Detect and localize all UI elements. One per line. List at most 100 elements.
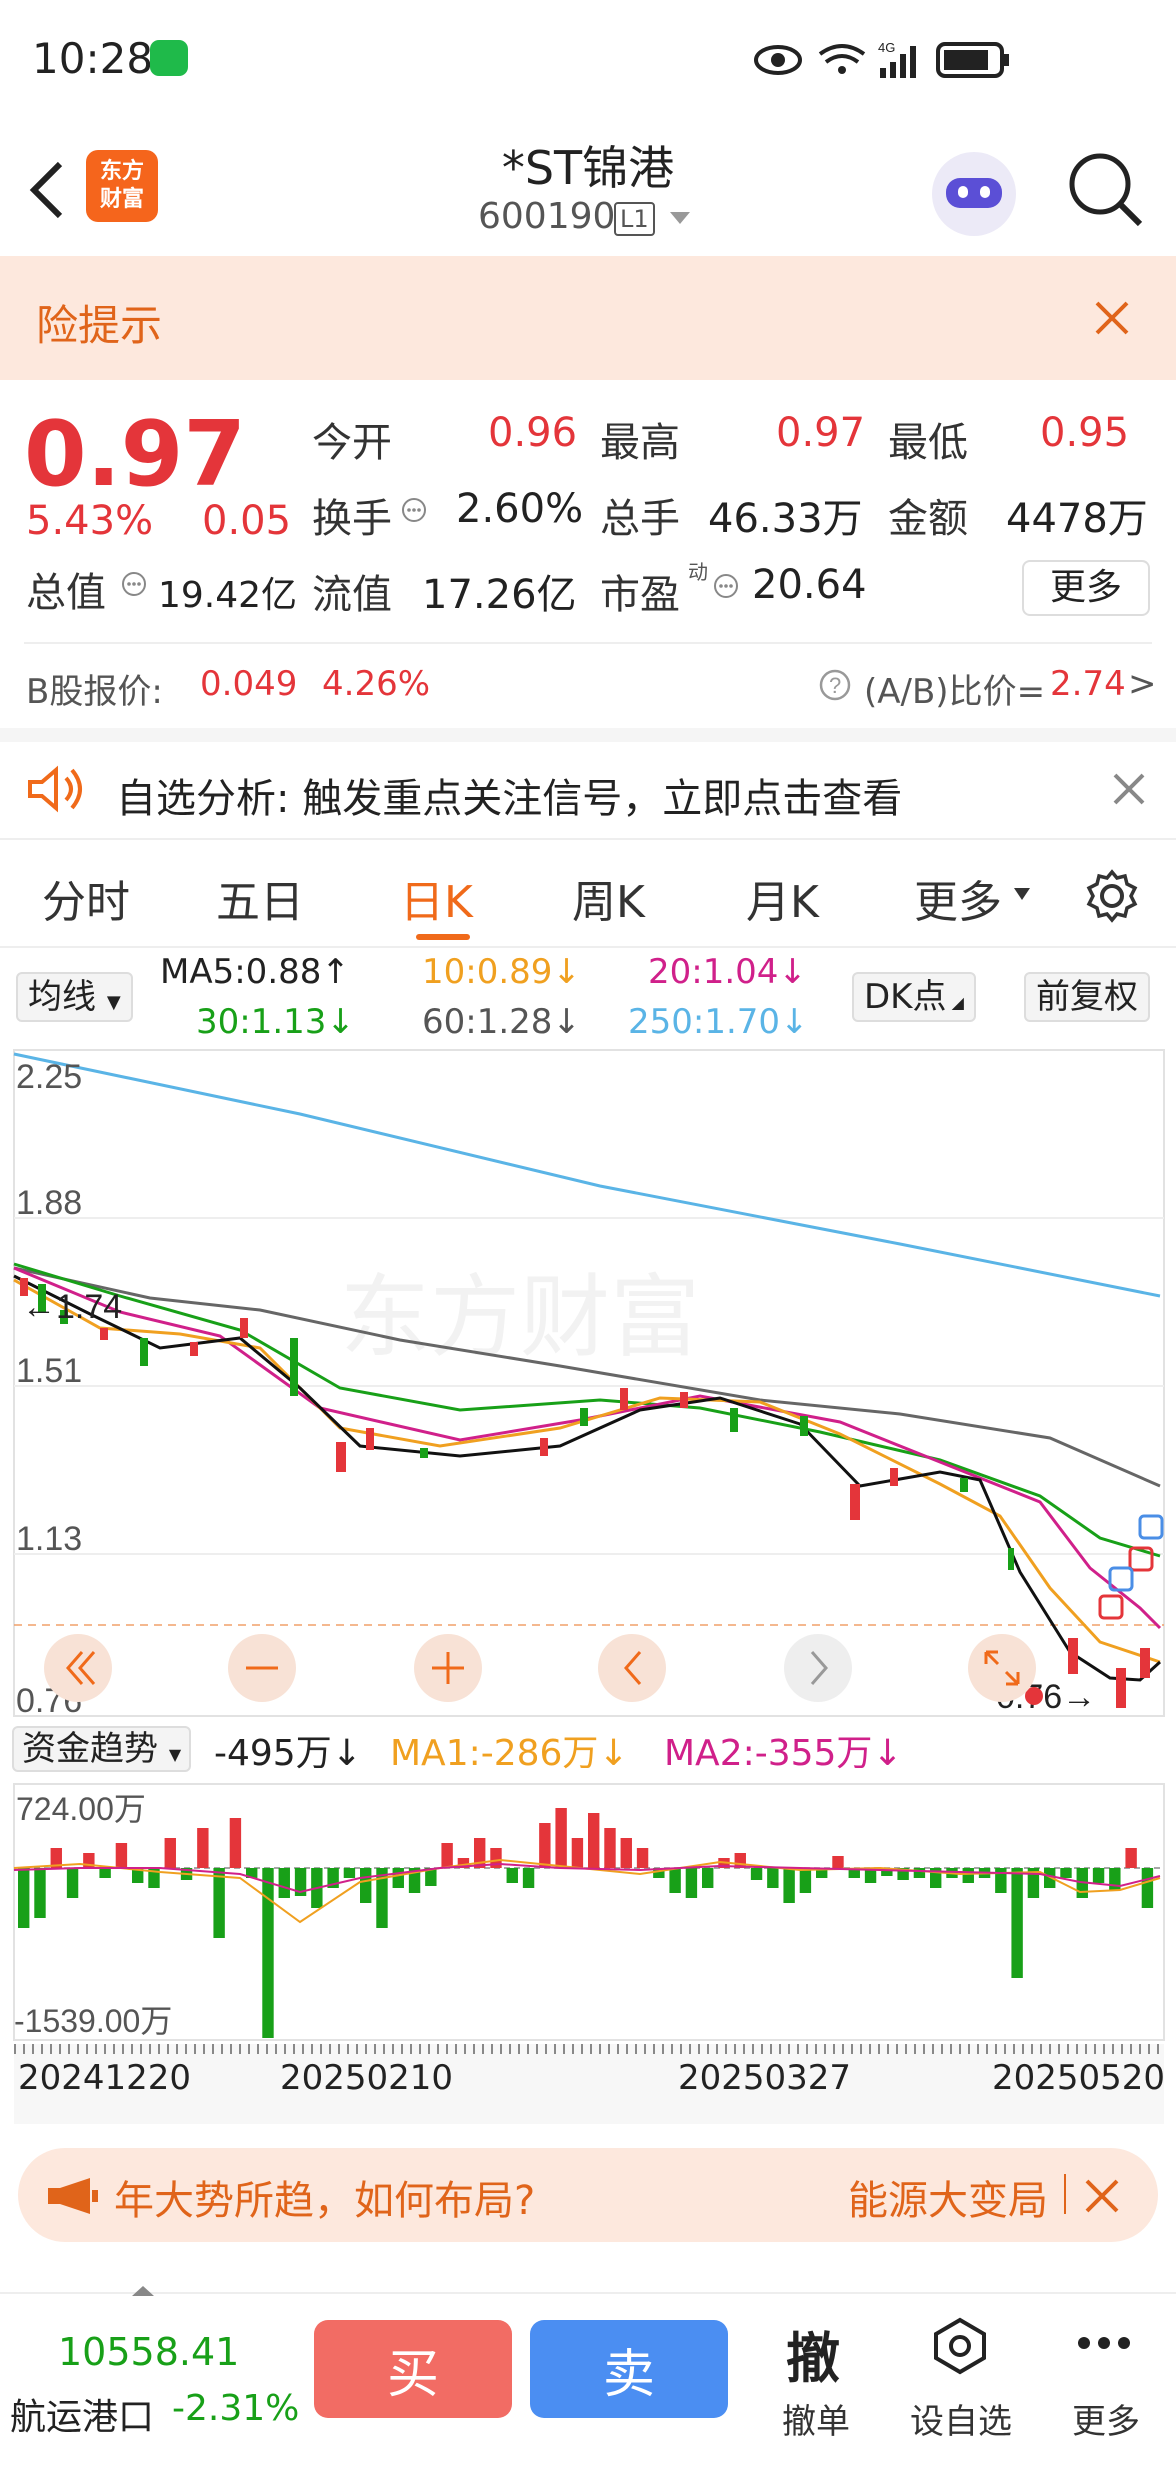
- fund-bar: [1092, 1868, 1105, 1883]
- fund-bar: [1125, 1848, 1137, 1868]
- float-value: 17.26亿: [422, 572, 577, 618]
- date-axis: 20241220 20250210 20250327 20250520: [14, 2044, 1165, 2124]
- more-button[interactable]: 更多: [1022, 560, 1150, 616]
- risk-banner[interactable]: 险提示: [0, 256, 1176, 380]
- collapse-arrow-icon[interactable]: [130, 2284, 156, 2298]
- gear-icon[interactable]: [1084, 868, 1140, 924]
- volume-label: 总手: [600, 496, 680, 542]
- float-label: 流值: [312, 572, 392, 618]
- fund-bar: [18, 1868, 30, 1928]
- adjust-button[interactable]: 前复权: [1024, 972, 1150, 1022]
- fund-value: -495万↓: [214, 1733, 362, 1774]
- pe-label: 市盈: [600, 572, 680, 618]
- eye-icon: [754, 45, 802, 75]
- turnover-value: 2.60%: [456, 486, 584, 532]
- buy-button[interactable]: 买: [314, 2320, 512, 2418]
- zoom-out-button[interactable]: [228, 1634, 296, 1702]
- date-1: 20241220: [18, 2058, 192, 2098]
- close-icon[interactable]: [1112, 772, 1146, 806]
- promo-tag: 能源大变局: [848, 2178, 1048, 2224]
- high-marker: ←1.74: [22, 1288, 122, 1326]
- fund-bar: [360, 1868, 372, 1903]
- dk-point-select[interactable]: DK点 ◢: [852, 972, 976, 1022]
- change-pct: 5.43%: [26, 498, 154, 544]
- status-time: 10:28: [32, 34, 154, 83]
- date-3: 20250327: [678, 2058, 852, 2098]
- amount-label: 金额: [888, 496, 968, 542]
- close-icon[interactable]: [1084, 2178, 1120, 2214]
- fund-ma2: MA2:-355万↓: [664, 1733, 903, 1774]
- y-tick-1: 2.25: [16, 1058, 82, 1096]
- fund-bar: [620, 1838, 632, 1868]
- turnover-label: 换手: [312, 496, 392, 542]
- high-value: 0.97: [776, 410, 866, 456]
- tab-weekly-k[interactable]: 周K: [572, 866, 645, 930]
- more-dots-icon[interactable]: [1076, 2336, 1132, 2350]
- ma-select[interactable]: 均线 ▼: [16, 972, 133, 1022]
- info-icon[interactable]: [712, 572, 740, 600]
- step-back-button[interactable]: [598, 1634, 666, 1702]
- y-tick-3: 1.51: [16, 1352, 82, 1390]
- info-icon[interactable]: [120, 570, 148, 598]
- fund-bar: [1141, 1868, 1154, 1908]
- search-icon[interactable]: [1064, 148, 1148, 232]
- fund-bar: [164, 1838, 176, 1868]
- ma-select-label: 均线: [28, 977, 96, 1017]
- index-pct: -2.31%: [172, 2388, 300, 2429]
- ma30-label: 30:1.13↓: [196, 1002, 355, 1042]
- index-name: 航运港口: [10, 2397, 155, 2438]
- info-icon[interactable]: [400, 496, 428, 524]
- risk-text: 险提示: [36, 301, 163, 350]
- add-watchlist-icon[interactable]: [930, 2316, 990, 2376]
- zoom-in-button[interactable]: [414, 1634, 482, 1702]
- promo-text: 年大势所趋，如何布局?: [114, 2178, 536, 2224]
- fund-bar: [278, 1868, 290, 1898]
- ratio-value: 2.74: [1050, 664, 1126, 704]
- more-label: 更多: [1072, 2402, 1140, 2442]
- fund-bar: [799, 1868, 812, 1893]
- close-icon[interactable]: [1094, 300, 1130, 336]
- analysis-bar[interactable]: 自选分析: 触发重点关注信号，立即点击查看: [0, 728, 1176, 838]
- fund-trend-select[interactable]: 资金趋势 ▼: [12, 1726, 192, 1772]
- tab-intraday[interactable]: 分时: [42, 866, 130, 930]
- fund-trend-chart[interactable]: 724.00万 -1539.00万: [0, 1782, 1176, 2044]
- fund-ma1: MA1:-286万↓: [390, 1733, 629, 1774]
- ratio-arrow[interactable]: >: [1128, 664, 1157, 704]
- robot-icon[interactable]: [932, 152, 1016, 236]
- bshare-price: 0.049: [200, 664, 298, 704]
- step-forward-button[interactable]: [784, 1634, 852, 1702]
- tab-monthly-k[interactable]: 月K: [746, 866, 819, 930]
- fund-bar: [229, 1818, 242, 1868]
- watermark: 东方财富: [340, 1268, 700, 1368]
- tab-daily-k[interactable]: 日K: [400, 866, 473, 930]
- mktcap-value: 19.42亿: [158, 575, 298, 616]
- fund-bar: [685, 1868, 698, 1898]
- ma20-label: 20:1.04↓: [648, 952, 807, 992]
- tab-more[interactable]: 更多: [914, 866, 1002, 930]
- fund-bar: [767, 1868, 779, 1888]
- kline-chart[interactable]: 东方财富 2.25 1.88 1.51 1.13 0.76 ←1.74 0.76…: [0, 1048, 1176, 1718]
- fast-backward-button[interactable]: [44, 1634, 112, 1702]
- fund-bar: [555, 1808, 567, 1868]
- promo-banner[interactable]: 年大势所趋，如何布局? 能源大变局: [18, 2148, 1158, 2242]
- wifi-icon: [818, 44, 866, 74]
- fund-bar: [441, 1843, 453, 1868]
- fullscreen-button[interactable]: [968, 1634, 1036, 1702]
- fund-bar: [1060, 1868, 1072, 1878]
- sell-button[interactable]: 卖: [530, 2320, 728, 2418]
- ma10-label: 10:0.89↓: [422, 952, 581, 992]
- wechat-icon: [150, 40, 188, 76]
- mktcap-label: 总值: [26, 570, 106, 616]
- pe-sup: 动: [688, 560, 708, 584]
- fund-bars: [18, 1808, 1154, 2038]
- signal-icon: 4G: [878, 40, 916, 78]
- help-icon[interactable]: ?: [818, 668, 852, 702]
- fund-bar: [262, 1868, 274, 2038]
- axis-ticks: [14, 2044, 1164, 2054]
- cancel-order-icon[interactable]: 撤: [786, 2314, 840, 2393]
- ma5-label: MA5:0.88↑: [160, 952, 350, 992]
- chart-nav-controls: [44, 1634, 1036, 1702]
- fund-bottom-tick: -1539.00万: [14, 2003, 172, 2039]
- dropdown-icon[interactable]: [668, 210, 692, 228]
- tab-5day[interactable]: 五日: [216, 866, 304, 930]
